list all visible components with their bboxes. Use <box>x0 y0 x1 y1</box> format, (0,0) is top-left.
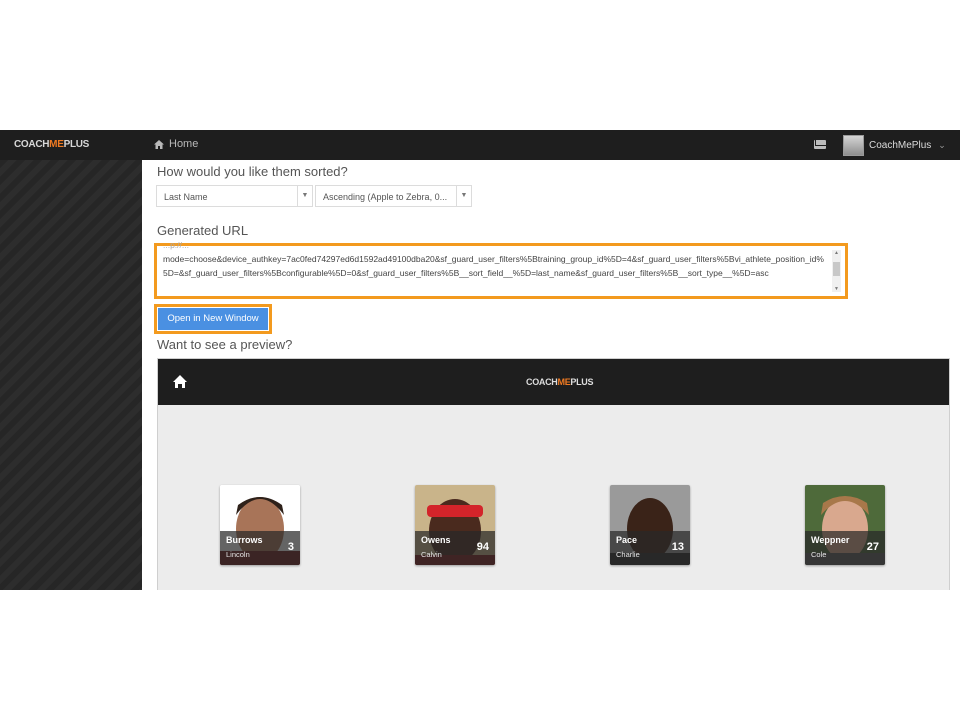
athlete-card[interactable]: Owens Calvin 94 <box>415 485 495 565</box>
generated-url-text[interactable]: mode=choose&device_authkey=7ac0fed74297e… <box>163 252 828 294</box>
envelope-icon[interactable] <box>814 140 826 149</box>
athlete-last-name: Pace <box>616 535 638 545</box>
sidebar <box>0 160 142 590</box>
athlete-first-name: Cole <box>811 550 827 559</box>
chevron-down-icon: ▼ <box>297 186 312 206</box>
athlete-first-name: Calvin <box>421 550 442 559</box>
scroll-up-icon[interactable]: ▲ <box>832 250 841 256</box>
open-button-highlight: Open in New Window <box>154 304 272 334</box>
athlete-info: Pace Charlie 13 <box>610 531 690 565</box>
preview-panel: COACHMEPLUS Burrows Lincoln 3 Owens Calv… <box>157 358 950 590</box>
open-in-new-window-button[interactable]: Open in New Window <box>158 308 268 330</box>
preview-navbar: COACHMEPLUS <box>158 359 949 405</box>
chevron-down-icon: ⌄ <box>938 140 946 150</box>
athlete-number: 13 <box>671 541 684 553</box>
user-menu[interactable]: CoachMePlus ⌄ <box>843 135 946 156</box>
url-heading: Generated URL <box>157 223 249 238</box>
athlete-card[interactable]: Burrows Lincoln 3 <box>220 485 300 565</box>
athlete-first-name: Charlie <box>616 550 640 559</box>
textarea-scrollbar[interactable]: ▲ ▼ <box>832 250 841 292</box>
athlete-last-name: Burrows <box>226 535 263 545</box>
avatar <box>843 135 864 156</box>
home-link[interactable]: Home <box>154 138 198 150</box>
sort-order-select[interactable]: Ascending (Apple to Zebra, 0... ▼ <box>315 185 472 207</box>
home-icon <box>154 139 164 149</box>
home-icon[interactable] <box>172 374 188 390</box>
athlete-last-name: Weppner <box>811 535 850 545</box>
athlete-info: Owens Calvin 94 <box>415 531 495 565</box>
athlete-card[interactable]: Pace Charlie 13 <box>610 485 690 565</box>
generated-url-textarea[interactable]: ...p://... mode=choose&device_authkey=7a… <box>154 240 848 299</box>
sort-field-select[interactable]: Last Name ▼ <box>156 185 313 207</box>
app-window: COACHMEPLUS Home CoachMePlus ⌄ How would… <box>0 130 960 590</box>
athlete-info: Burrows Lincoln 3 <box>220 531 300 565</box>
scroll-down-icon[interactable]: ▼ <box>832 286 841 292</box>
top-navbar: COACHMEPLUS Home CoachMePlus ⌄ <box>0 130 960 160</box>
sort-order-value: Ascending (Apple to Zebra, 0... <box>323 192 448 202</box>
athlete-card[interactable]: Weppner Cole 27 <box>805 485 885 565</box>
logo[interactable]: COACHMEPLUS <box>14 139 89 150</box>
preview-heading: Want to see a preview? <box>157 337 293 352</box>
sort-field-value: Last Name <box>164 192 208 202</box>
athlete-first-name: Lincoln <box>226 550 250 559</box>
sort-heading: How would you like them sorted? <box>157 164 348 179</box>
scroll-thumb[interactable] <box>833 262 840 276</box>
athlete-number: 3 <box>287 541 294 553</box>
athlete-last-name: Owens <box>421 535 451 545</box>
chevron-down-icon: ▼ <box>456 186 471 206</box>
athlete-info: Weppner Cole 27 <box>805 531 885 565</box>
main-content: How would you like them sorted? Last Nam… <box>142 160 960 590</box>
athlete-number: 94 <box>476 541 489 553</box>
athlete-number: 27 <box>866 541 879 553</box>
home-label: Home <box>169 138 199 150</box>
user-name: CoachMePlus <box>869 140 932 151</box>
preview-logo: COACHMEPLUS <box>526 377 594 387</box>
url-partial-line: ...p://... <box>163 240 189 250</box>
